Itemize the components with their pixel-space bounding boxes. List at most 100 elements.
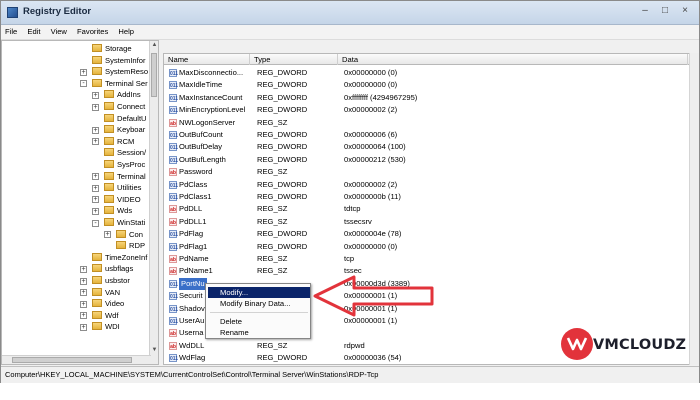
tree-node-label: usbflags (105, 264, 134, 274)
registry-value-row[interactable]: ab PdDLL1 REG_SZ tssecsrv (164, 216, 698, 229)
tree-expand-toggle[interactable]: + (92, 196, 99, 204)
scroll-up-icon[interactable]: ▲ (150, 41, 158, 50)
column-header-data[interactable]: Data (338, 54, 688, 65)
tree-node[interactable]: RDP (116, 240, 145, 252)
tree-expand-toggle[interactable]: - (92, 219, 99, 227)
registry-value-row[interactable]: 011 MaxDisconnectio... REG_DWORD 0x00000000… (164, 67, 698, 80)
tree-node[interactable]: VAN (92, 287, 120, 299)
registry-value-row[interactable]: 011 PdFlag REG_DWORD 0x0000004e (78) (164, 228, 698, 241)
tree-node[interactable]: VIDEO (104, 194, 141, 206)
menu-edit[interactable]: Edit (23, 25, 44, 36)
registry-value-row[interactable]: 011 OutBufLength REG_DWORD 0x00000212 (530) (164, 154, 698, 167)
value-type: REG_DWORD (257, 154, 308, 164)
folder-icon (92, 310, 102, 319)
dword-value-icon: 011 (169, 180, 179, 189)
tree-node[interactable]: RCM (104, 136, 134, 148)
menu-favorites[interactable]: Favorites (73, 25, 112, 36)
registry-value-row[interactable]: 011 MinEncryptionLevel REG_DWORD 0x00000002… (164, 104, 698, 117)
tree-node[interactable]: Wdf (92, 310, 119, 322)
tree-node[interactable]: Terminal (104, 171, 146, 183)
registry-value-row[interactable]: 011 PdClass REG_DWORD 0x00000002 (2) (164, 179, 698, 192)
tree-node[interactable]: Wds (104, 205, 132, 217)
string-value-icon: ab (169, 267, 177, 276)
tree-node[interactable]: WinStati (104, 217, 145, 229)
scroll-down-icon[interactable]: ▼ (150, 346, 158, 355)
tree-node[interactable]: Video (92, 298, 124, 310)
tree-hscroll-thumb[interactable] (12, 357, 132, 363)
tree-horizontal-scrollbar[interactable] (2, 355, 151, 364)
menu-bar: File Edit View Favorites Help (1, 25, 699, 40)
registry-value-row[interactable]: 011 MaxInstanceCount REG_DWORD 0xffffffff (… (164, 92, 698, 105)
tree-node[interactable]: SystemReso (92, 66, 148, 78)
context-menu-rename[interactable]: Rename (208, 327, 310, 338)
column-header-type[interactable]: Type (250, 54, 338, 65)
tree-node[interactable]: Con (116, 229, 143, 241)
registry-value-row[interactable]: ab NWLogonServer REG_SZ (164, 117, 698, 130)
folder-icon (116, 229, 126, 238)
tree-node[interactable]: TimeZoneInf (92, 252, 147, 264)
tree-node[interactable]: DefaultU (104, 113, 147, 125)
value-name: NWLogonServer (179, 117, 236, 127)
tree-vertical-scrollbar[interactable]: ▲ ▼ (149, 41, 158, 364)
column-header-name[interactable]: Name (164, 54, 250, 65)
tree-node[interactable]: usbstor (92, 275, 130, 287)
registry-value-row[interactable]: 011 PdFlag1 REG_DWORD 0x00000000 (0) (164, 241, 698, 254)
folder-icon (104, 90, 114, 99)
value-data: tdtcp (344, 204, 361, 214)
tree-node[interactable]: Session/ (104, 147, 146, 159)
registry-value-row[interactable]: ab PdName REG_SZ tcp (164, 253, 698, 266)
menu-file[interactable]: File (1, 25, 21, 36)
tree-node[interactable]: Connect (104, 101, 145, 113)
tree-node[interactable]: AddIns (104, 89, 141, 101)
context-menu-delete[interactable]: Delete (208, 316, 310, 327)
minimize-button[interactable]: – (639, 5, 651, 16)
tree-node[interactable]: WDI (92, 321, 120, 333)
close-button[interactable]: × (679, 5, 691, 16)
menu-help[interactable]: Help (114, 25, 138, 36)
registry-value-row[interactable]: ab PdDLL REG_SZ tdtcp (164, 203, 698, 216)
menu-view[interactable]: View (47, 25, 71, 36)
tree-expand-toggle[interactable]: + (80, 265, 87, 273)
tree-node-label: RDP (129, 241, 146, 251)
tree-expand-toggle[interactable]: + (80, 289, 87, 297)
tree-expand-toggle[interactable]: + (92, 207, 99, 215)
registry-value-row[interactable]: 011 PdClass1 REG_DWORD 0x0000000b (11) (164, 191, 698, 204)
tree-node[interactable]: Keyboar (104, 124, 145, 136)
tree-node[interactable]: SysProc (104, 159, 145, 171)
tree-expand-toggle[interactable]: + (92, 138, 99, 146)
registry-value-row[interactable]: 011 OutBufCount REG_DWORD 0x00000006 (6) (164, 129, 698, 142)
tree-expand-toggle[interactable]: + (80, 277, 87, 285)
tree-expand-toggle[interactable]: + (80, 300, 87, 308)
context-menu-modify-binary[interactable]: Modify Binary Data... (208, 298, 310, 309)
tree-expand-toggle[interactable]: + (80, 323, 87, 331)
context-menu-modify[interactable]: Modify... (208, 287, 310, 298)
tree-node[interactable]: Terminal Ser (92, 78, 148, 90)
tree-node[interactable]: usbflags (92, 263, 133, 275)
tree-expand-toggle[interactable]: + (104, 231, 111, 239)
registry-value-row[interactable]: 011 OutBufDelay REG_DWORD 0x00000064 (100) (164, 141, 698, 154)
list-vertical-scrollbar[interactable] (689, 53, 699, 365)
tree-expand-toggle[interactable]: + (80, 68, 87, 76)
tree-node[interactable]: Utilities (104, 182, 141, 194)
tree-expand-toggle[interactable]: + (92, 103, 99, 111)
value-data: 0x00000002 (2) (344, 105, 398, 115)
tree-scroll-thumb[interactable] (151, 53, 157, 97)
registry-value-row[interactable]: ab Password REG_SZ (164, 166, 698, 179)
tree-expand-toggle[interactable]: + (92, 184, 99, 192)
tree-node-label: WDI (105, 322, 120, 332)
tree-expand-toggle[interactable]: + (80, 312, 87, 320)
title-bar: Registry Editor – □ × (1, 1, 699, 25)
folder-icon (104, 171, 114, 180)
string-value-icon: ab (169, 168, 177, 177)
tree-expand-toggle[interactable]: + (92, 173, 99, 181)
value-type: REG_DWORD (257, 142, 308, 152)
registry-tree[interactable]: ▲ ▼ Storage SystemInfor + SystemReso - Termin… (1, 40, 159, 365)
folder-icon (104, 125, 114, 134)
tree-expand-toggle[interactable]: + (92, 126, 99, 134)
tree-node[interactable]: SystemInfor (92, 55, 146, 67)
tree-node[interactable]: Storage (92, 43, 132, 55)
tree-expand-toggle[interactable]: - (80, 80, 87, 88)
maximize-button[interactable]: □ (659, 5, 671, 16)
tree-expand-toggle[interactable]: + (92, 91, 99, 99)
registry-value-row[interactable]: 011 MaxIdleTime REG_DWORD 0x00000000 (0) (164, 79, 698, 92)
